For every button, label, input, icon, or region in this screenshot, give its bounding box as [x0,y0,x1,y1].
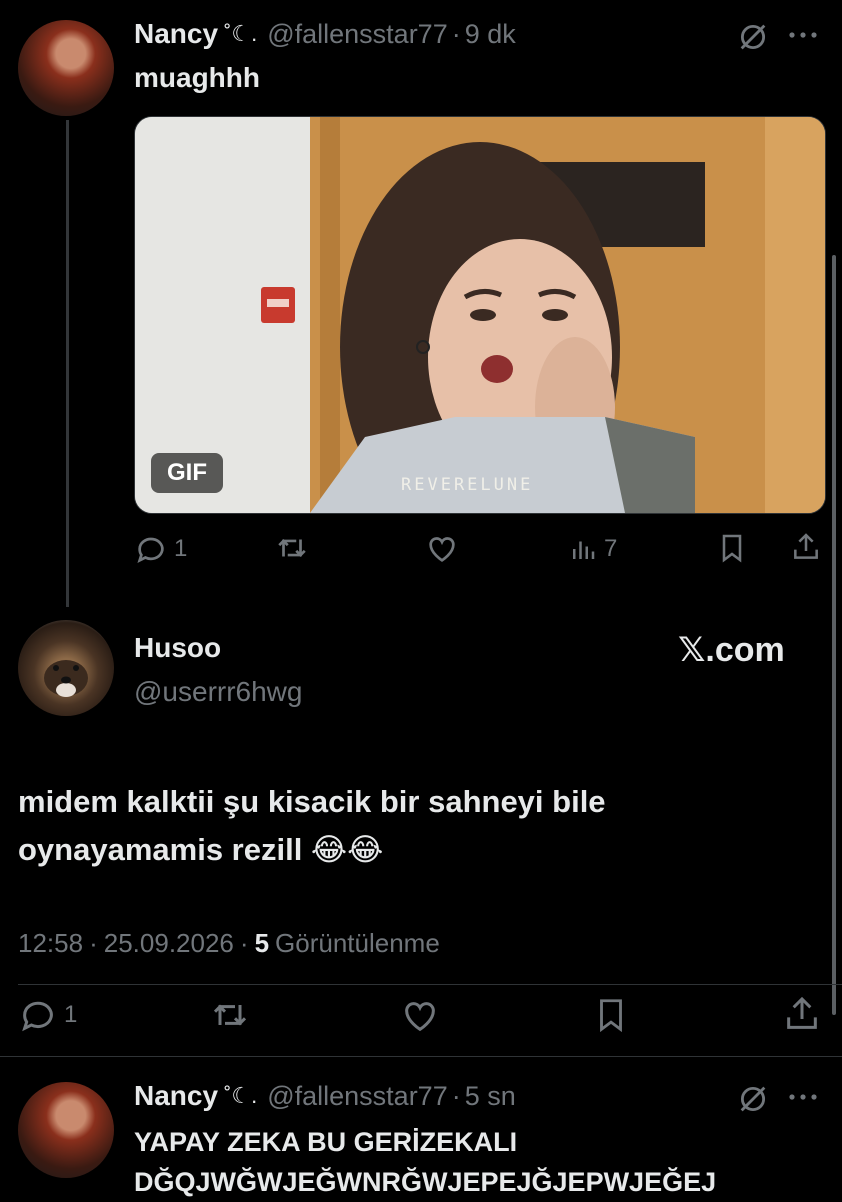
thread-line [66,120,69,607]
more-icon[interactable] [788,1092,818,1102]
bookmark-button[interactable] [592,995,630,1035]
gif-media[interactable]: GIF REVERELUNE [134,116,826,514]
tweet-text-line: DĞQJWĞWJEĞWNRĞWJEPEJĞJEPWJEĞEJ [134,1167,717,1197]
views-count: 7 [604,535,618,562]
handle[interactable]: @userrr6hwg [134,676,302,708]
display-name[interactable]: Husoo [134,632,221,664]
handle[interactable]: @fallensstar77 [267,1081,448,1112]
display-name[interactable]: Nancy [134,18,218,50]
reply-button[interactable]: 1 [134,531,187,567]
views-button[interactable]: 7 [568,531,617,567]
separator-dot: · [239,927,249,958]
divider [0,1056,842,1057]
tweet-text-line: midem kalktii şu kisacik bir sahneyi bil… [18,784,606,819]
retweet-icon [278,539,306,557]
mute-icon[interactable] [736,1082,770,1116]
timestamp[interactable]: 5 sn [465,1081,516,1112]
separator-dot: · [451,1080,461,1111]
reply-button[interactable]: 1 [18,995,77,1035]
gif-scene [135,117,825,513]
gif-badge: GIF [151,453,223,493]
tweet-text: muaghhh [134,62,260,93]
like-icon [405,1002,435,1032]
views-icon [568,534,598,564]
separator-dot: · [89,927,98,958]
bookmark-button[interactable] [716,531,748,565]
divider [18,984,842,985]
brand-label: 𝕏.com [678,631,785,669]
name-decoration: ˚☾. [224,1083,258,1108]
dog-picture [44,660,88,697]
avatar[interactable] [18,20,114,116]
tweet-text-line: oynayamamis rezill 😂😂 [18,832,384,867]
share-icon [794,533,818,559]
share-icon [787,996,817,1029]
tweet-header: Nancy ˚☾. @fallensstar77 · 5 sn [134,1078,516,1114]
views-count: 5 [254,927,270,958]
bookmark-icon [722,534,742,563]
reply-icon [134,532,168,566]
reply-icon [18,995,58,1035]
handle[interactable]: @fallensstar77 [267,19,448,50]
timestamp[interactable]: 12:58 [18,928,83,959]
name-decoration: ˚☾. [224,21,258,46]
separator-dot: · [451,18,461,49]
like-icon [429,537,455,562]
views-label: Görüntülenme [275,927,440,958]
avatar[interactable] [18,1082,114,1178]
share-button[interactable] [782,994,822,1034]
retweet-icon [213,1004,247,1026]
bookmark-icon [600,999,622,1033]
tweet-text: YAPAY ZEKA BU GERİZEKALI DĞQJWĞWJEĞWNRĞW… [134,1122,834,1202]
tweet-meta: 12:58 · 25.09.2026 · 5 Görüntülenme [18,926,440,960]
display-name[interactable]: Nancy [134,1080,218,1112]
tweet-text: midem kalktii şu kisacik bir sahneyi bil… [18,778,606,874]
retweet-button[interactable] [274,531,310,565]
reply-count: 1 [174,535,188,562]
tweet-text-line: YAPAY ZEKA BU GERİZEKALI [134,1127,518,1157]
tweet-header: Nancy ˚☾. @fallensstar77 · 9 dk [134,16,516,52]
avatar[interactable] [18,620,114,716]
share-button[interactable] [790,530,822,564]
mute-icon[interactable] [736,20,770,54]
reply-count: 1 [64,1001,78,1028]
more-icon[interactable] [788,30,818,40]
timestamp[interactable]: 9 dk [465,19,516,50]
like-button[interactable] [398,996,442,1036]
date[interactable]: 25.09.2026 [104,928,234,959]
retweet-button[interactable] [208,995,252,1035]
gif-watermark: REVERELUNE [401,475,534,495]
scrollbar[interactable] [832,255,836,1015]
like-button[interactable] [424,532,460,566]
